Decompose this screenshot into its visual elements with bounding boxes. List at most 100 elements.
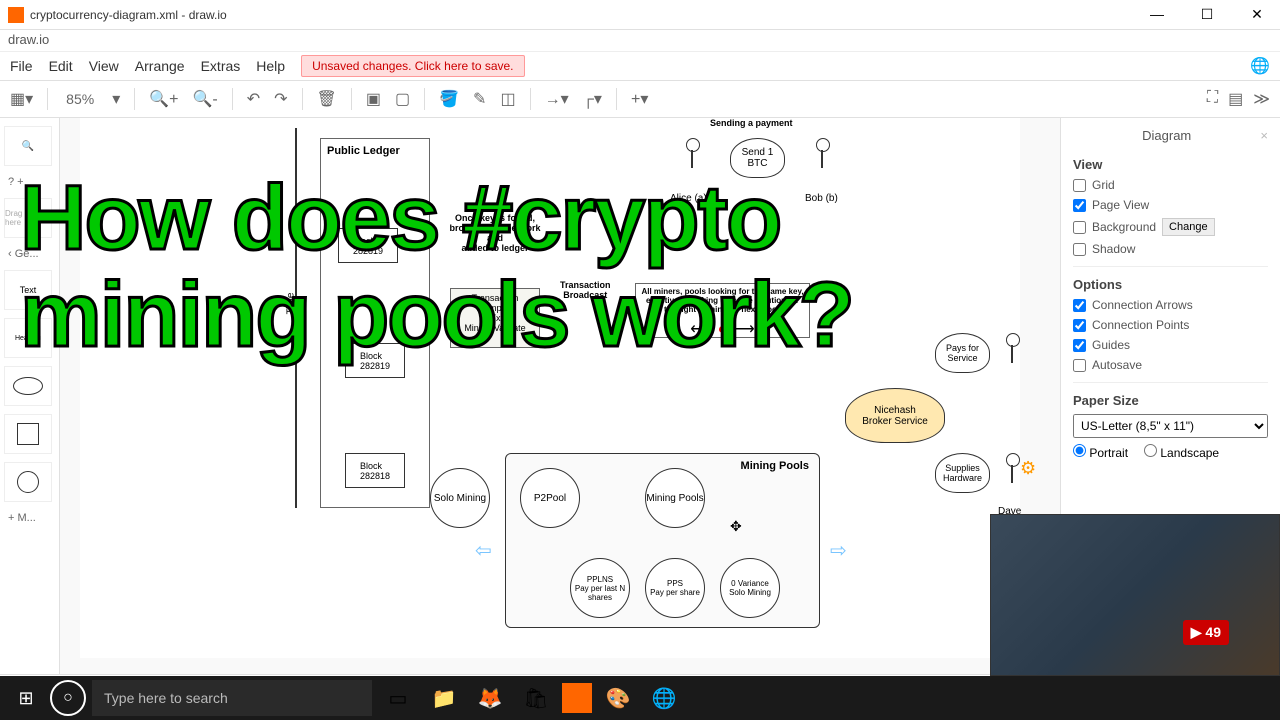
- webcam-overlay: ▶ 49: [990, 514, 1280, 676]
- menu-file[interactable]: File: [10, 58, 33, 74]
- bob-label: Bob (b): [805, 193, 838, 204]
- selection-arrow-right[interactable]: ⇨: [830, 538, 847, 563]
- zoom-in-icon[interactable]: 🔍+: [149, 89, 178, 109]
- start-button[interactable]: ⊞: [8, 680, 44, 716]
- background-checkbox[interactable]: [1073, 221, 1086, 234]
- shape-heading[interactable]: Heading: [4, 318, 52, 358]
- language-icon[interactable]: 🌐: [1250, 56, 1270, 76]
- shape-palette: 🔍 ? + Drag el... here ‹ Ge... Text Headi…: [0, 118, 60, 674]
- gear-icon: ⚙: [1020, 458, 1036, 479]
- redo-icon[interactable]: ↷: [274, 89, 287, 109]
- add-icon[interactable]: +▾: [631, 89, 648, 109]
- menu-arrange[interactable]: Arrange: [135, 58, 185, 74]
- menu-bar: File Edit View Arrange Extras Help Unsav…: [0, 52, 1280, 80]
- palette-general[interactable]: ‹ Ge...: [4, 246, 55, 262]
- autosave-checkbox[interactable]: [1073, 359, 1086, 372]
- line-color-icon[interactable]: ✎: [473, 89, 486, 109]
- paper-size-select[interactable]: US-Letter (8,5" x 11"): [1073, 414, 1268, 438]
- pays-service-cloud[interactable]: Pays for Service: [935, 333, 990, 373]
- mining-pools-circle[interactable]: Mining Pools: [645, 468, 705, 528]
- zoom-level[interactable]: 85%: [62, 91, 98, 107]
- task-view-icon[interactable]: ▭: [378, 678, 418, 718]
- service-client-actor[interactable]: [1000, 333, 1024, 373]
- app-icon-2[interactable]: 🎨: [598, 678, 638, 718]
- sending-payment-label: Sending a payment: [710, 118, 793, 128]
- panel-close-icon[interactable]: ×: [1260, 128, 1268, 143]
- zoom-dropdown-icon[interactable]: ▾: [112, 89, 120, 109]
- fill-color-icon[interactable]: 🪣: [439, 89, 459, 109]
- app-icon: [8, 7, 24, 23]
- selection-arrow-left[interactable]: ⇦: [475, 538, 492, 563]
- landscape-radio[interactable]: [1144, 444, 1157, 457]
- menu-view[interactable]: View: [89, 58, 119, 74]
- pps-circle[interactable]: PPS Pay per share: [645, 558, 705, 618]
- close-button[interactable]: ✕: [1242, 6, 1272, 23]
- block-282819-b[interactable]: Block 282819: [345, 343, 405, 378]
- change-bg-button[interactable]: Change: [1162, 218, 1215, 236]
- block-282819-a[interactable]: Block 282819: [338, 228, 398, 263]
- shape-square[interactable]: [4, 414, 52, 454]
- format-panel-icon[interactable]: ▤: [1228, 89, 1243, 109]
- shape-circle[interactable]: [4, 462, 52, 502]
- palette-add[interactable]: ? +: [4, 174, 55, 190]
- solo-mining-circle[interactable]: Solo Mining: [430, 468, 490, 528]
- cortana-icon[interactable]: ○: [50, 680, 86, 716]
- diagram-canvas[interactable]: Public Ledger Time Block 282819 Block 28…: [80, 118, 1020, 658]
- chrome-icon[interactable]: 🌐: [644, 678, 684, 718]
- conn-points-checkbox[interactable]: [1073, 319, 1086, 332]
- undo-icon[interactable]: ↶: [247, 89, 260, 109]
- mempool-box[interactable]: Transaction Mempool n Tx's Miners Valida…: [450, 288, 540, 348]
- nicehash-cloud[interactable]: Nicehash Broker Service: [845, 388, 945, 443]
- zoom-out-icon[interactable]: 🔍-: [192, 89, 217, 109]
- collapse-icon[interactable]: ≫: [1253, 89, 1270, 109]
- toggle-sidebar-icon[interactable]: ▦▾: [10, 89, 33, 109]
- grid-checkbox[interactable]: [1073, 179, 1086, 192]
- conn-arrows-checkbox[interactable]: [1073, 299, 1086, 312]
- minimize-button[interactable]: —: [1142, 6, 1172, 23]
- drawio-taskbar-icon[interactable]: [562, 683, 592, 713]
- file-explorer-icon[interactable]: 📁: [424, 678, 464, 718]
- send-btc-cloud[interactable]: Send 1 BTC: [730, 138, 785, 178]
- pageview-checkbox[interactable]: [1073, 199, 1086, 212]
- pplns-circle[interactable]: PPLNS Pay per last N shares: [570, 558, 630, 618]
- taskbar-search[interactable]: Type here to search: [92, 680, 372, 716]
- portrait-radio[interactable]: [1073, 444, 1086, 457]
- p2pool-circle[interactable]: P2Pool: [520, 468, 580, 528]
- alice-actor[interactable]: [680, 138, 704, 178]
- to-front-icon[interactable]: ▣: [366, 89, 381, 109]
- view-section: View: [1073, 157, 1268, 172]
- guides-checkbox[interactable]: [1073, 339, 1086, 352]
- time-label: Time: [285, 293, 296, 315]
- unsaved-changes-button[interactable]: Unsaved changes. Click here to save.: [301, 55, 524, 77]
- menu-help[interactable]: Help: [256, 58, 285, 74]
- options-section: Options: [1073, 277, 1268, 292]
- more-shapes[interactable]: + M...: [4, 510, 55, 526]
- fullscreen-icon[interactable]: ⛶: [1207, 89, 1218, 109]
- firefox-icon[interactable]: 🦊: [470, 678, 510, 718]
- broadcast-note: Once key is found, broadcast to network …: [445, 213, 545, 253]
- block-282818[interactable]: Block 282818: [345, 453, 405, 488]
- connection-icon[interactable]: →▾: [545, 89, 569, 109]
- alice-label: Alice (a): [670, 193, 707, 204]
- shadow-icon[interactable]: ◫: [500, 89, 515, 109]
- move-cursor-icon: ✥: [730, 518, 742, 535]
- menu-edit[interactable]: Edit: [49, 58, 73, 74]
- to-back-icon[interactable]: ▢: [395, 89, 410, 109]
- zero-variance-circle[interactable]: 0 Variance Solo Mining: [720, 558, 780, 618]
- canvas-area[interactable]: Public Ledger Time Block 282819 Block 28…: [60, 118, 1060, 674]
- delete-icon[interactable]: 🗑: [317, 89, 337, 109]
- waypoint-icon[interactable]: ┌▾: [583, 89, 602, 109]
- search-shapes[interactable]: 🔍: [4, 126, 52, 166]
- tx-broadcast-label: Transaction Broadcast: [560, 280, 611, 300]
- shape-ellipse[interactable]: [4, 366, 52, 406]
- windows-taskbar: ⊞ ○ Type here to search ▭ 📁 🦊 🛍 🎨 🌐: [0, 676, 1280, 720]
- panel-title: Diagram ×: [1073, 128, 1268, 143]
- shape-text[interactable]: Text: [4, 270, 52, 310]
- bob-actor[interactable]: [810, 138, 834, 178]
- shadow-checkbox[interactable]: [1073, 243, 1086, 256]
- maximize-button[interactable]: ☐: [1192, 6, 1222, 23]
- supplies-hw-cloud[interactable]: Supplies Hardware: [935, 453, 990, 493]
- miners-note-box[interactable]: All miners, pools looking for the same k…: [635, 283, 810, 338]
- store-icon[interactable]: 🛍: [516, 678, 556, 718]
- menu-extras[interactable]: Extras: [201, 58, 241, 74]
